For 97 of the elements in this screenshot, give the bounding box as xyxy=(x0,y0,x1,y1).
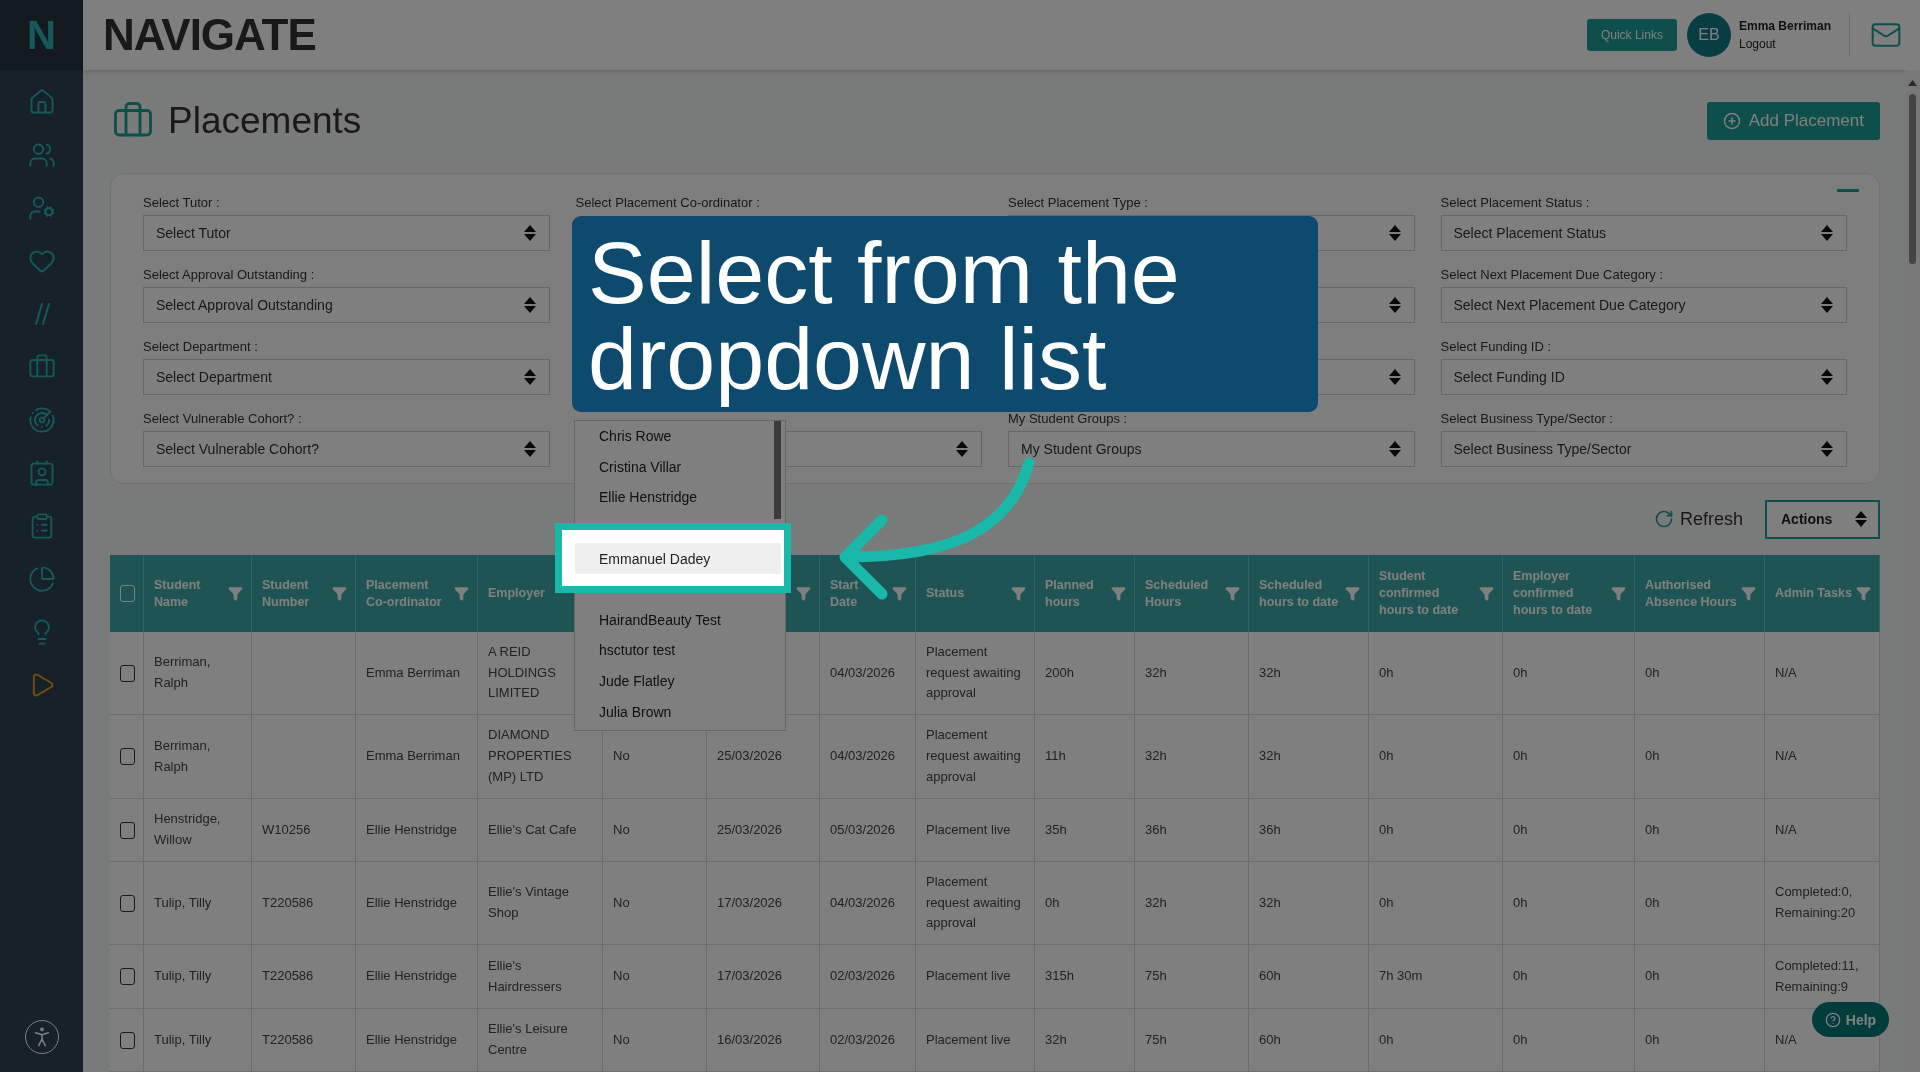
table-cell: 75h xyxy=(1135,1009,1249,1072)
table-cell: Placement request awaiting approval xyxy=(916,632,1035,715)
page-title: Placements xyxy=(168,100,362,143)
table-cell: 0h xyxy=(1635,862,1765,945)
filter-label: Select Placement Status : xyxy=(1440,193,1591,211)
avatar: EB xyxy=(1686,13,1731,57)
logo: NAVIGATE xyxy=(103,10,316,60)
table-cell: 60h xyxy=(1249,1009,1369,1072)
table-cell: 32h xyxy=(1135,715,1249,799)
table-cell: Ellie's Vintage Shop xyxy=(478,862,603,945)
table-cell: 0h xyxy=(1369,799,1503,862)
table-cell: 0h xyxy=(1503,632,1635,715)
table-cell: T220586 xyxy=(252,945,356,1009)
table-cell: Henstridge, Willow xyxy=(144,799,252,862)
filter-label: Select Next Placement Due Category : xyxy=(1440,265,1665,283)
table-cell: 0h xyxy=(1369,632,1503,715)
table-cell: 0h xyxy=(1503,715,1635,799)
table-cell: 60h xyxy=(1249,945,1369,1009)
table-cell: 0h xyxy=(1503,799,1635,862)
table-cell: 75h xyxy=(1135,945,1249,1009)
table-cell: 0h xyxy=(1369,715,1503,799)
table-cell: Ellie's Leisure Centre xyxy=(478,1009,603,1072)
table-cell: 02/03/2026 xyxy=(820,945,916,1009)
table-cell: Completed:0, Remaining:20 xyxy=(1765,862,1880,945)
filter-label: Select Placement Co-ordinator : xyxy=(575,193,761,211)
table-cell: Ellie Henstridge xyxy=(356,799,478,862)
user-name: Emma Berriman xyxy=(1738,19,1831,33)
table-cell: Completed:11, Remaining:9 xyxy=(1765,945,1880,1009)
table-cell: 35h xyxy=(1035,799,1135,862)
table-cell: Placement live xyxy=(916,945,1035,1009)
table-cell: No xyxy=(603,1009,707,1072)
table-cell: 0h xyxy=(1635,715,1765,799)
table-cell: 32h xyxy=(1135,862,1249,945)
filter-label: Select Vulnerable Cohort? : xyxy=(143,409,303,427)
instruction-tooltip: Select from the dropdown list xyxy=(572,216,1318,412)
table-cell: Ellie Henstridge xyxy=(356,862,478,945)
table-cell: 0h xyxy=(1503,862,1635,945)
table-cell: 04/03/2026 xyxy=(820,632,916,715)
table-cell: 32h xyxy=(1135,632,1249,715)
table-cell: N/A xyxy=(1765,799,1880,862)
table-cell: 0h xyxy=(1635,1009,1765,1072)
table-cell: 32h xyxy=(1249,862,1369,945)
table-cell: 0h xyxy=(1369,1009,1503,1072)
table-cell: Berriman, Ralph xyxy=(144,715,252,799)
table-cell: 200h xyxy=(1035,632,1135,715)
filter-label: Select Tutor : xyxy=(143,193,221,211)
table-cell: 25/03/2026 xyxy=(707,799,820,862)
table-cell: 16/03/2026 xyxy=(707,1009,820,1072)
table-cell: 17/03/2026 xyxy=(707,862,820,945)
table-cell: 315h xyxy=(1035,945,1135,1009)
table-cell: 0h xyxy=(1635,799,1765,862)
table-cell: 02/03/2026 xyxy=(820,1009,916,1072)
table-cell: T220586 xyxy=(252,862,356,945)
table-cell: W10256 xyxy=(252,799,356,862)
table-cell: 32h xyxy=(1249,715,1369,799)
table-cell: Berriman, Ralph xyxy=(144,632,252,715)
table-cell: Ellie Henstridge xyxy=(356,945,478,1009)
table-cell: Ellie Henstridge xyxy=(356,1009,478,1072)
table-cell: Tulip, Tilly xyxy=(144,862,252,945)
table-cell: Placement live xyxy=(916,799,1035,862)
table-cell: 11h xyxy=(1035,715,1135,799)
filter-label: Select Placement Type : xyxy=(1008,193,1149,211)
table-cell: 7h 30m xyxy=(1369,945,1503,1009)
table-cell: Ellie's Cat Cafe xyxy=(478,799,603,862)
table-cell: 0h xyxy=(1635,632,1765,715)
table-cell: No xyxy=(603,945,707,1009)
table-cell: 0h xyxy=(1035,862,1135,945)
table-cell: 04/03/2026 xyxy=(820,862,916,945)
table-cell: No xyxy=(603,799,707,862)
filter-label: Select Department : xyxy=(143,337,259,355)
table-cell: 04/03/2026 xyxy=(820,715,916,799)
filter-label: Select Business Type/Sector : xyxy=(1440,409,1614,427)
table-cell: Emma Berriman xyxy=(356,715,478,799)
filter-label: Select Funding ID : xyxy=(1440,337,1553,355)
filter-label: My Student Groups : xyxy=(1008,409,1129,427)
table-cell: Ellie's Hairdressers xyxy=(478,945,603,1009)
table-cell: N/A xyxy=(1765,715,1880,799)
table-cell: Emma Berriman xyxy=(356,632,478,715)
table-cell: 0h xyxy=(1635,945,1765,1009)
table-cell: Tulip, Tilly xyxy=(144,945,252,1009)
table-cell: 0h xyxy=(1369,862,1503,945)
table-cell: 0h xyxy=(1503,1009,1635,1072)
table-cell: Placement request awaiting approval xyxy=(916,715,1035,799)
table-cell: T220586 xyxy=(252,1009,356,1072)
table-cell: 05/03/2026 xyxy=(820,799,916,862)
table-cell: 0h xyxy=(1503,945,1635,1009)
table-cell: Tulip, Tilly xyxy=(144,1009,252,1072)
table-cell: 32h xyxy=(1249,632,1369,715)
table-cell: Placement request awaiting approval xyxy=(916,862,1035,945)
table-cell: No xyxy=(603,862,707,945)
table-cell: N/A xyxy=(1765,632,1880,715)
table-cell: 32h xyxy=(1035,1009,1135,1072)
table-cell: 36h xyxy=(1249,799,1369,862)
table-cell: 17/03/2026 xyxy=(707,945,820,1009)
filter-label: Select Approval Outstanding : xyxy=(143,265,316,283)
table-cell: Placement live xyxy=(916,1009,1035,1072)
table-cell: 36h xyxy=(1135,799,1249,862)
